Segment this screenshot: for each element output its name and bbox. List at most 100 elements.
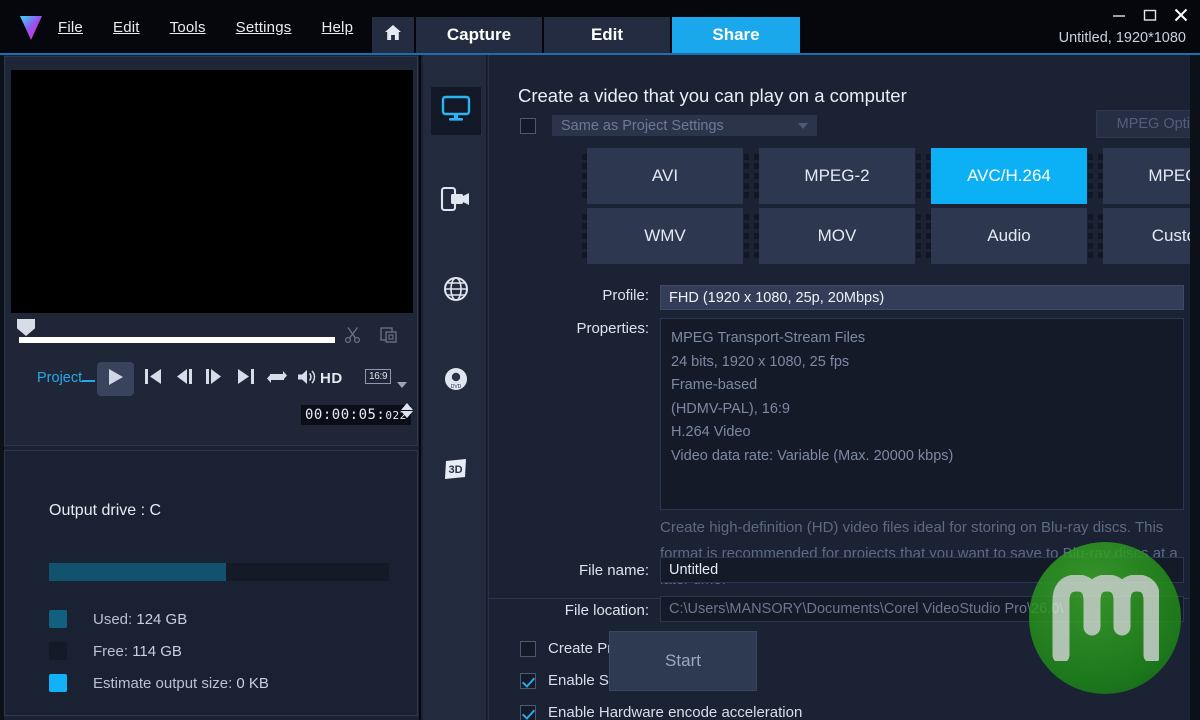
enable-hardware-encode-checkbox[interactable] xyxy=(520,704,536,720)
menu-item-tools-label: Tools xyxy=(169,18,206,36)
sprocket-hole xyxy=(753,232,759,239)
dvd-disc-icon: DVD xyxy=(443,366,469,397)
skip-end-button[interactable] xyxy=(233,366,259,392)
same-as-project-checkbox[interactable] xyxy=(520,117,536,134)
timecode-display[interactable]: 00:00:05:022 xyxy=(301,405,411,425)
skip-start-button[interactable] xyxy=(140,366,166,392)
right-column: DVD 3D Create a video that you can play … xyxy=(423,55,1200,720)
format-button-wmv[interactable]: WMV xyxy=(581,208,749,264)
timecode-up-icon[interactable] xyxy=(401,403,413,410)
hd-toggle[interactable]: HD xyxy=(320,370,343,387)
export-frame-icon[interactable] xyxy=(379,325,399,345)
sprocket-hole xyxy=(581,172,587,179)
option-hardware-encode-row: Enable Hardware encode acceleration xyxy=(520,704,802,720)
chevron-down-icon[interactable] xyxy=(397,382,407,388)
sprocket-hole xyxy=(1097,182,1103,189)
sprocket-hole xyxy=(743,232,749,239)
split-clip-icon[interactable] xyxy=(343,325,363,345)
sidebar-item-computer[interactable] xyxy=(431,87,481,135)
previous-frame-button[interactable] xyxy=(172,366,198,392)
sidebar-item-dvd[interactable]: DVD xyxy=(431,357,481,405)
properties-line: Video data rate: Variable (Max. 20000 kb… xyxy=(671,447,954,464)
format-button-avc-h-264[interactable]: AVC/H.264 xyxy=(925,148,1093,204)
start-button-label: Start xyxy=(665,651,701,670)
sprocket-hole xyxy=(915,242,921,249)
trim-bar[interactable] xyxy=(13,319,411,351)
tab-home[interactable] xyxy=(372,17,416,53)
mpeg-optimizer-label: MPEG Optimizer xyxy=(1116,116,1200,132)
file-name-value: Untitled xyxy=(669,562,719,578)
enable-smart-render-checkbox[interactable] xyxy=(520,672,536,689)
preview-screen[interactable] xyxy=(11,70,413,313)
sidebar-item-3d[interactable]: 3D xyxy=(431,447,481,495)
sprocket-hole xyxy=(581,242,587,249)
sprocket-hole xyxy=(1097,172,1103,179)
sprocket-hole xyxy=(1097,223,1103,230)
format-button-label: MPEG-2 xyxy=(804,166,870,185)
tab-capture[interactable]: Capture xyxy=(416,17,544,53)
format-button-label: Audio xyxy=(987,226,1031,245)
tab-edit[interactable]: Edit xyxy=(544,17,672,53)
format-button-audio[interactable]: Audio xyxy=(925,208,1093,264)
film-sprockets-left xyxy=(579,148,589,204)
trim-tools xyxy=(343,325,399,345)
menu-item-settings[interactable]: Settings xyxy=(236,19,292,36)
format-button-avi[interactable]: AVI xyxy=(581,148,749,204)
tab-share[interactable]: Share xyxy=(672,17,800,53)
format-button-label: AVI xyxy=(651,166,679,185)
output-drive-title: Output drive : C xyxy=(49,502,162,519)
next-frame-button[interactable] xyxy=(200,366,226,392)
create-preview-range-checkbox[interactable] xyxy=(520,640,536,657)
sprocket-hole xyxy=(753,242,759,249)
play-button[interactable] xyxy=(97,362,134,396)
sprocket-hole xyxy=(1097,232,1103,239)
start-button[interactable]: Start xyxy=(609,631,757,691)
format-button-mov[interactable]: MOV xyxy=(753,208,921,264)
3d-icon: 3D xyxy=(443,457,469,486)
project-info: Untitled, 1920*1080 xyxy=(1058,30,1186,46)
legend-swatch-estimate xyxy=(49,674,67,692)
menu-item-edit[interactable]: Edit xyxy=(113,19,140,36)
sidebar-item-device[interactable] xyxy=(431,177,481,225)
project-mode-label[interactable]: Project xyxy=(37,370,82,386)
aspect-ratio-badge[interactable]: 16:9 xyxy=(365,369,392,384)
maximize-icon[interactable] xyxy=(1143,8,1157,22)
timecode-stepper[interactable] xyxy=(401,403,413,418)
file-location-input[interactable]: C:\Users\MANSORY\Documents\Corel VideoSt… xyxy=(660,596,1184,622)
trim-track[interactable] xyxy=(19,337,335,343)
format-button-label: WMV xyxy=(644,226,686,245)
previous-frame-icon xyxy=(175,368,195,390)
left-window-edge xyxy=(0,55,4,720)
format-button-custom[interactable]: Custom xyxy=(1097,208,1200,264)
playhead-marker[interactable] xyxy=(17,319,35,336)
volume-button[interactable] xyxy=(294,366,320,392)
main-tabstrip: Capture Edit Share xyxy=(372,17,800,53)
sprocket-hole xyxy=(581,163,587,170)
sprocket-hole xyxy=(1097,192,1103,199)
menu-item-help[interactable]: Help xyxy=(321,19,353,36)
home-icon xyxy=(384,24,402,46)
volume-icon xyxy=(296,368,318,391)
sidebar-item-web[interactable] xyxy=(431,267,481,315)
file-name-input[interactable]: Untitled xyxy=(660,557,1184,583)
format-button-mpeg-2[interactable]: MPEG-2 xyxy=(753,148,921,204)
sprocket-hole xyxy=(915,172,921,179)
profile-select[interactable]: FHD (1920 x 1080, 25p, 20Mbps) xyxy=(660,285,1184,310)
sprocket-hole xyxy=(915,223,921,230)
timecode-down-icon[interactable] xyxy=(401,411,413,418)
sprocket-hole xyxy=(915,182,921,189)
menu-item-file-label: File xyxy=(58,18,83,36)
legend-used-value: 124 GB xyxy=(136,610,188,628)
sprocket-hole xyxy=(915,252,921,259)
loop-button[interactable] xyxy=(264,366,290,392)
drive-usage-bar xyxy=(49,563,389,581)
format-button-mpeg-4[interactable]: MPEG-4 xyxy=(1097,148,1200,204)
sprocket-hole xyxy=(581,192,587,199)
close-icon[interactable] xyxy=(1174,8,1188,22)
menu-item-file[interactable]: File xyxy=(58,19,83,36)
properties-line: Frame-based xyxy=(671,377,758,393)
minimize-icon[interactable] xyxy=(1112,8,1126,22)
menu-item-tools[interactable]: Tools xyxy=(170,19,206,36)
file-location-label: File location: xyxy=(564,602,649,619)
sprocket-hole xyxy=(753,223,759,230)
